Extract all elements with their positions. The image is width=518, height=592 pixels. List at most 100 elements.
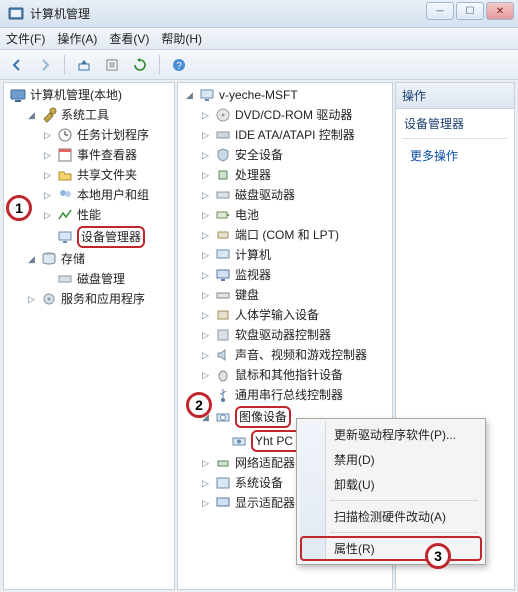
ctx-update-driver[interactable]: 更新驱动程序软件(P)... <box>300 422 482 447</box>
minimize-button[interactable]: ─ <box>426 2 454 20</box>
device-disk-drives[interactable]: ▷磁盘驱动器 <box>198 185 392 205</box>
device-label: IDE ATA/ATAPI 控制器 <box>235 126 355 144</box>
tree-storage[interactable]: ◢ 存储 <box>24 249 174 269</box>
help-button[interactable]: ? <box>168 54 190 76</box>
shield-icon <box>215 147 231 163</box>
app-icon <box>8 6 24 22</box>
maximize-button[interactable]: ☐ <box>456 2 484 20</box>
mouse-icon <box>215 367 231 383</box>
clock-icon <box>57 127 73 143</box>
tree-item-label: 事件查看器 <box>77 146 137 164</box>
event-icon <box>57 147 73 163</box>
users-icon <box>57 187 73 203</box>
tree-performance[interactable]: ▷性能 <box>40 205 174 225</box>
back-button[interactable] <box>6 54 28 76</box>
device-mice[interactable]: ▷鼠标和其他指针设备 <box>198 365 392 385</box>
expand-icon[interactable]: ▷ <box>42 210 53 221</box>
device-usb[interactable]: ▷通用串行总线控制器 <box>198 385 392 405</box>
device-label: 计算机 <box>235 246 271 264</box>
device-floppy-ctrl[interactable]: ▷软盘驱动器控制器 <box>198 325 392 345</box>
device-label: 安全设备 <box>235 146 283 164</box>
tree-root[interactable]: 计算机管理(本地) <box>8 85 174 105</box>
services-icon <box>41 291 57 307</box>
device-root-label: v-yeche-MSFT <box>219 86 298 104</box>
device-label: 磁盘驱动器 <box>235 186 295 204</box>
left-pane: 计算机管理(本地) ◢ 系统工具 ▷ 任务计划程序 ▷ 事件查看器 ▷共享文件夹 <box>3 82 175 590</box>
expand-icon[interactable]: ▷ <box>26 294 37 305</box>
storage-icon <box>41 251 57 267</box>
refresh-button[interactable] <box>129 54 151 76</box>
device-computer[interactable]: ▷计算机 <box>198 245 392 265</box>
expand-icon[interactable]: ▷ <box>42 170 53 181</box>
tree-disk-mgmt[interactable]: ▷磁盘管理 <box>40 269 174 289</box>
dvd-icon <box>215 107 231 123</box>
tree-local-users[interactable]: ▷ 本地用户和组 <box>40 185 174 205</box>
device-security[interactable]: ▷安全设备 <box>198 145 392 165</box>
tree-services-apps[interactable]: ▷ 服务和应用程序 <box>24 289 174 309</box>
menu-help[interactable]: 帮助(H) <box>161 30 202 47</box>
device-hid[interactable]: ▷人体学输入设备 <box>198 305 392 325</box>
actions-more[interactable]: 更多操作 <box>396 143 514 168</box>
hdd-icon <box>215 187 231 203</box>
device-processors[interactable]: ▷处理器 <box>198 165 392 185</box>
menu-view[interactable]: 查看(V) <box>109 30 149 47</box>
tree-task-scheduler[interactable]: ▷ 任务计划程序 <box>40 125 174 145</box>
tree-system-tools-label: 系统工具 <box>61 106 109 124</box>
properties-button[interactable] <box>101 54 123 76</box>
device-label: 网络适配器 <box>235 454 295 472</box>
mgmt-tree[interactable]: 计算机管理(本地) ◢ 系统工具 ▷ 任务计划程序 ▷ 事件查看器 ▷共享文件夹 <box>4 83 174 311</box>
context-menu-separator <box>330 500 478 501</box>
up-button[interactable] <box>73 54 95 76</box>
ctx-scan[interactable]: 扫描检测硬件改动(A) <box>300 504 482 529</box>
tree-item-label: 本地用户和组 <box>77 186 149 204</box>
device-ide[interactable]: ▷IDE ATA/ATAPI 控制器 <box>198 125 392 145</box>
device-dvd[interactable]: ▷DVD/CD-ROM 驱动器 <box>198 105 392 125</box>
collapse-icon[interactable]: ◢ <box>26 254 37 265</box>
expand-icon[interactable]: ▷ <box>42 190 53 201</box>
svg-text:?: ? <box>176 61 182 72</box>
ctx-properties[interactable]: 属性(R) <box>300 536 482 561</box>
tree-item-label: 设备管理器 <box>77 226 145 248</box>
ctx-uninstall[interactable]: 卸载(U) <box>300 472 482 497</box>
tree-item-label: 存储 <box>61 250 85 268</box>
device-label: 通用串行总线控制器 <box>235 386 343 404</box>
monitor-icon <box>215 267 231 283</box>
tree-device-manager[interactable]: ▷设备管理器 <box>40 225 174 249</box>
battery-icon <box>215 207 231 223</box>
actions-section: 设备管理器 <box>396 109 514 134</box>
device-root[interactable]: ◢ v-yeche-MSFT <box>182 85 392 105</box>
wrench-icon <box>41 107 57 123</box>
system-icon <box>215 475 231 491</box>
display-adapter-icon <box>215 495 231 511</box>
collapse-icon[interactable]: ◢ <box>184 90 195 101</box>
close-button[interactable]: ✕ <box>486 2 514 20</box>
device-label: DVD/CD-ROM 驱动器 <box>235 106 352 124</box>
device-label: 声音、视频和游戏控制器 <box>235 346 367 364</box>
device-mgr-icon <box>57 229 73 245</box>
folder-share-icon <box>57 167 73 183</box>
menu-action[interactable]: 操作(A) <box>57 30 97 47</box>
expand-icon[interactable]: ▷ <box>42 130 53 141</box>
device-sound[interactable]: ▷声音、视频和游戏控制器 <box>198 345 392 365</box>
tree-event-viewer[interactable]: ▷ 事件查看器 <box>40 145 174 165</box>
device-keyboards[interactable]: ▷键盘 <box>198 285 392 305</box>
actions-separator <box>402 138 508 139</box>
device-batteries[interactable]: ▷电池 <box>198 205 392 225</box>
sound-icon <box>215 347 231 363</box>
tree-root-label: 计算机管理(本地) <box>30 86 122 104</box>
device-ports[interactable]: ▷端口 (COM 和 LPT) <box>198 225 392 245</box>
annotation-1: 1 <box>6 195 32 221</box>
expand-icon[interactable]: ▷ <box>42 150 53 161</box>
menu-file[interactable]: 文件(F) <box>6 30 45 47</box>
cpu-icon <box>215 167 231 183</box>
context-menu: 更新驱动程序软件(P)... 禁用(D) 卸载(U) 扫描检测硬件改动(A) 属… <box>296 418 486 565</box>
device-label: 图像设备 <box>235 406 291 428</box>
collapse-icon[interactable]: ◢ <box>26 110 37 121</box>
tree-item-label: 磁盘管理 <box>77 270 125 288</box>
forward-button[interactable] <box>34 54 56 76</box>
tree-item-label: 任务计划程序 <box>77 126 149 144</box>
tree-system-tools[interactable]: ◢ 系统工具 <box>24 105 174 125</box>
ctx-disable[interactable]: 禁用(D) <box>300 447 482 472</box>
tree-shared-folders[interactable]: ▷共享文件夹 <box>40 165 174 185</box>
device-monitors[interactable]: ▷监视器 <box>198 265 392 285</box>
